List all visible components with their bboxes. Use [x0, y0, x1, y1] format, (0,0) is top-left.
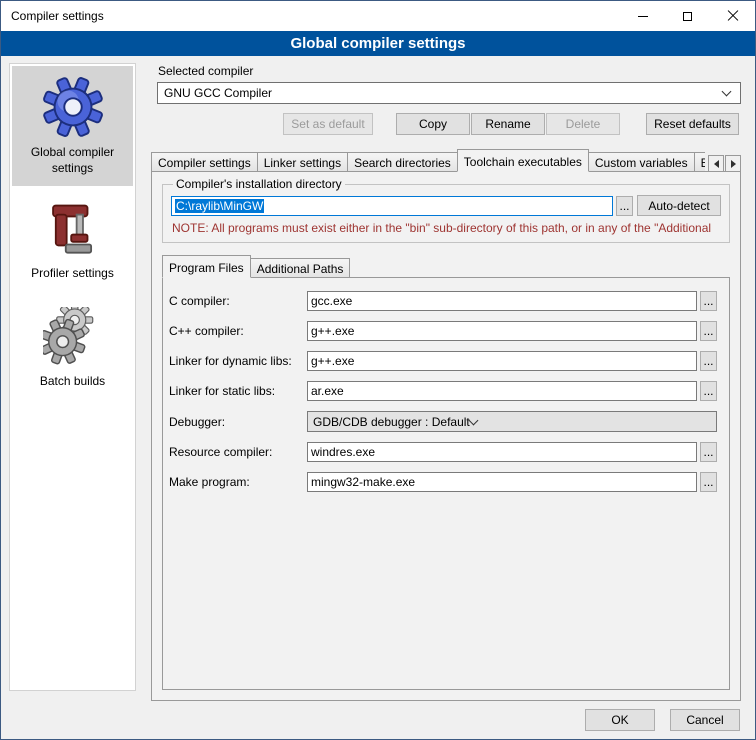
gears-gray-icon [43, 307, 103, 367]
make-program-input[interactable]: mingw32-make.exe [307, 472, 697, 492]
copy-button[interactable]: Copy [396, 113, 470, 135]
compiler-select-value: GNU GCC Compiler [164, 86, 723, 100]
resource-compiler-browse-button[interactable]: ... [700, 442, 717, 462]
form-row: C++ compiler: g++.exe ... [169, 321, 717, 341]
sidebar-item-label: Global compiler settings [14, 145, 131, 176]
resource-compiler-value: windres.exe [311, 445, 375, 459]
sidebar-item-label: Batch builds [14, 374, 131, 390]
dialog-footer: OK Cancel [585, 709, 740, 731]
rename-button[interactable]: Rename [471, 113, 545, 135]
window-title: Compiler settings [11, 9, 104, 23]
sidebar: Global compiler settings Profiler settin… [9, 63, 136, 691]
form-row: Make program: mingw32-make.exe ... [169, 472, 717, 492]
c-compiler-label: C compiler: [169, 294, 307, 308]
sidebar-item-profiler-settings[interactable]: Profiler settings [12, 191, 133, 292]
form-row: C compiler: gcc.exe ... [169, 291, 717, 311]
chevron-down-icon [722, 87, 732, 97]
main-panel: Selected compiler GNU GCC Compiler Set a… [151, 64, 741, 701]
titlebar[interactable]: Compiler settings [1, 1, 755, 31]
window-controls [620, 1, 755, 31]
installation-directory-group: Compiler's installation directory C:\ray… [162, 177, 730, 243]
form-row: Debugger: GDB/CDB debugger : Default [169, 411, 717, 432]
tab-custom-variables[interactable]: Custom variables [588, 152, 695, 172]
install-dir-browse-button[interactable]: ... [616, 196, 633, 216]
reset-defaults-button[interactable]: Reset defaults [646, 113, 739, 135]
delete-button[interactable]: Delete [546, 113, 620, 135]
resource-compiler-label: Resource compiler: [169, 445, 307, 459]
debugger-select[interactable]: GDB/CDB debugger : Default [307, 411, 717, 432]
profiler-clamp-icon [44, 201, 102, 259]
install-dir-selected-text: C:\raylib\MinGW [175, 199, 264, 213]
form-row: Linker for dynamic libs: g++.exe ... [169, 351, 717, 371]
tab-scroll-buttons [707, 155, 741, 172]
static-libs-linker-browse-button[interactable]: ... [700, 381, 717, 401]
dynamic-libs-linker-input[interactable]: g++.exe [307, 351, 697, 371]
dynamic-libs-linker-value: g++.exe [311, 354, 354, 368]
c-compiler-browse-button[interactable]: ... [700, 291, 717, 311]
cpp-compiler-input[interactable]: g++.exe [307, 321, 697, 341]
static-libs-linker-label: Linker for static libs: [169, 384, 307, 398]
close-button[interactable] [710, 1, 755, 31]
compiler-select[interactable]: GNU GCC Compiler [157, 82, 741, 104]
tab-toolchain-executables[interactable]: Toolchain executables [457, 149, 589, 172]
set-as-default-button[interactable]: Set as default [283, 113, 373, 135]
ok-button[interactable]: OK [585, 709, 655, 731]
form-row: Linker for static libs: ar.exe ... [169, 381, 717, 401]
make-program-label: Make program: [169, 475, 307, 489]
install-dir-note: NOTE: All programs must exist either in … [172, 221, 721, 235]
tab-compiler-settings[interactable]: Compiler settings [151, 152, 258, 172]
debugger-select-value: GDB/CDB debugger : Default [313, 415, 470, 429]
tab-linker-settings[interactable]: Linker settings [257, 152, 348, 172]
tab-build-options[interactable]: Build [694, 152, 705, 172]
maximize-button[interactable] [665, 1, 710, 31]
cpp-compiler-label: C++ compiler: [169, 324, 307, 338]
sidebar-item-batch-builds[interactable]: Batch builds [12, 297, 133, 400]
static-libs-linker-value: ar.exe [311, 384, 344, 398]
cpp-compiler-value: g++.exe [311, 324, 354, 338]
compiler-settings-dialog: Compiler settings Global compiler settin… [0, 0, 756, 740]
installation-directory-row: C:\raylib\MinGW ... Auto-detect [171, 195, 721, 216]
install-dir-input[interactable]: C:\raylib\MinGW [171, 196, 613, 216]
arrow-left-icon [714, 160, 719, 168]
sidebar-item-global-compiler-settings[interactable]: Global compiler settings [12, 66, 133, 186]
program-files-pane: C compiler: gcc.exe ... C++ compiler: g+… [162, 277, 730, 690]
compiler-tabstrip: Compiler settings Linker settings Search… [151, 149, 741, 172]
installation-directory-group-title: Compiler's installation directory [173, 177, 345, 191]
programs-tabs: Program Files Additional Paths [162, 256, 730, 278]
make-program-browse-button[interactable]: ... [700, 472, 717, 492]
make-program-value: mingw32-make.exe [311, 475, 415, 489]
selected-compiler-label: Selected compiler [158, 64, 741, 78]
minimize-button[interactable] [620, 1, 665, 31]
compiler-actions: Set as default Copy Rename Delete Reset … [157, 113, 739, 135]
dynamic-libs-linker-browse-button[interactable]: ... [700, 351, 717, 371]
tab-scroll-right-button[interactable] [725, 155, 741, 172]
form-row: Resource compiler: windres.exe ... [169, 442, 717, 462]
maximize-icon [683, 12, 692, 21]
tab-additional-paths[interactable]: Additional Paths [250, 258, 351, 278]
compiler-tabs: Compiler settings Linker settings Search… [151, 149, 705, 172]
static-libs-linker-input[interactable]: ar.exe [307, 381, 697, 401]
gear-blue-icon [42, 76, 104, 138]
tab-search-directories[interactable]: Search directories [347, 152, 458, 172]
tab-scroll-left-button[interactable] [708, 155, 724, 172]
debugger-label: Debugger: [169, 415, 307, 429]
dynamic-libs-linker-label: Linker for dynamic libs: [169, 354, 307, 368]
c-compiler-input[interactable]: gcc.exe [307, 291, 697, 311]
sidebar-item-label: Profiler settings [14, 266, 131, 282]
autodetect-button[interactable]: Auto-detect [637, 195, 721, 216]
toolchain-executables-panel: Compiler's installation directory C:\ray… [151, 171, 741, 701]
cancel-button[interactable]: Cancel [670, 709, 740, 731]
minimize-icon [638, 16, 648, 17]
resource-compiler-input[interactable]: windres.exe [307, 442, 697, 462]
close-icon [727, 10, 739, 22]
dialog-header-title: Global compiler settings [1, 31, 755, 56]
c-compiler-value: gcc.exe [311, 294, 352, 308]
tab-program-files[interactable]: Program Files [162, 255, 251, 278]
cpp-compiler-browse-button[interactable]: ... [700, 321, 717, 341]
arrow-right-icon [731, 160, 736, 168]
programs-notebook: Program Files Additional Paths C compile… [162, 256, 730, 690]
